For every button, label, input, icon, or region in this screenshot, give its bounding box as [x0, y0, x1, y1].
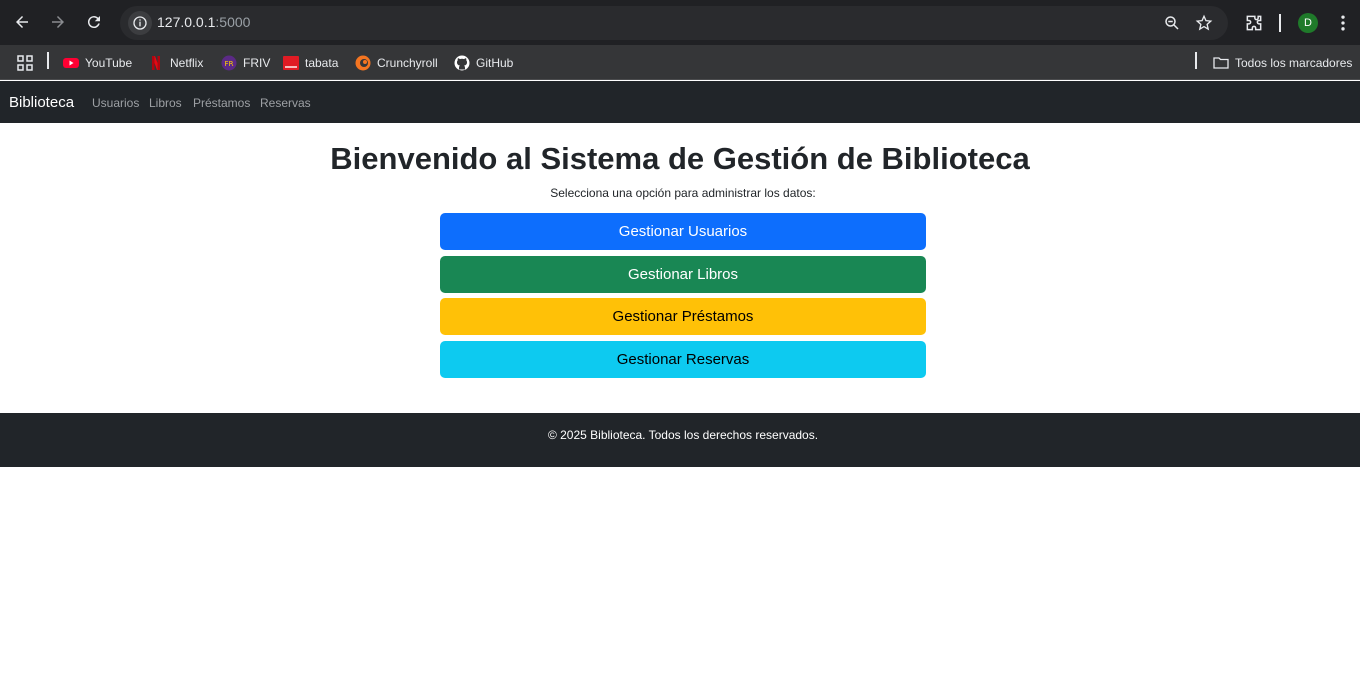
- crunchyroll-icon: [355, 55, 371, 71]
- tabata-icon: [283, 55, 299, 71]
- nav-link-usuarios[interactable]: Usuarios: [92, 96, 139, 110]
- bookmarks-divider: [1195, 52, 1197, 69]
- reload-icon: [87, 16, 100, 29]
- page-subtitle: Selecciona una opción para administrar l…: [550, 186, 816, 200]
- url-text[interactable]: 127.0.0.1:5000: [157, 14, 250, 30]
- bookmark-crunchyroll[interactable]: Crunchyroll: [355, 54, 438, 72]
- zoom-button[interactable]: [1162, 13, 1182, 33]
- arrow-left-icon: [16, 16, 28, 28]
- toolbar-divider: [1279, 14, 1281, 32]
- footer-copyright: © 2025 Biblioteca. Todos los derechos re…: [547, 428, 819, 442]
- svg-text:FR: FR: [225, 60, 234, 68]
- bookmarks-divider: [47, 52, 49, 69]
- bookmark-label: GitHub: [476, 56, 514, 70]
- manage-reservations-button[interactable]: Gestionar Reservas: [440, 341, 926, 378]
- forward-button[interactable]: [45, 9, 71, 35]
- manage-users-button[interactable]: Gestionar Usuarios: [440, 213, 926, 250]
- github-icon: [454, 55, 470, 71]
- url-port: :5000: [215, 14, 251, 30]
- bookmark-label: FRIV: [243, 56, 271, 70]
- bookmark-label: Crunchyroll: [377, 56, 438, 70]
- friv-icon: FR: [221, 55, 237, 71]
- bookmark-netflix[interactable]: Netflix: [148, 54, 203, 72]
- nav-link-reservas[interactable]: Reservas: [260, 96, 311, 110]
- folder-icon: [1213, 55, 1229, 71]
- page-title: Bienvenido al Sistema de Gestión de Bibl…: [330, 141, 1030, 176]
- navbar-brand[interactable]: Biblioteca: [9, 94, 74, 111]
- bookmark-friv[interactable]: FR FRIV: [221, 54, 270, 72]
- arrow-right-icon: [52, 16, 64, 28]
- bookmark-tabata[interactable]: tabata: [283, 54, 338, 72]
- puzzle-icon: [1246, 15, 1262, 31]
- all-bookmarks-label: Todos los marcadores: [1235, 56, 1353, 70]
- bookmark-github[interactable]: GitHub: [454, 54, 513, 72]
- site-footer: © 2025 Biblioteca. Todos los derechos re…: [0, 413, 1360, 467]
- address-bar[interactable]: 127.0.0.1:5000: [120, 6, 1228, 40]
- profile-avatar[interactable]: D: [1298, 13, 1318, 33]
- url-host: 127.0.0.1: [157, 14, 216, 30]
- all-bookmarks-button[interactable]: Todos los marcadores: [1213, 54, 1352, 72]
- nav-link-libros[interactable]: Libros: [149, 96, 182, 110]
- nav-link-prestamos[interactable]: Préstamos: [193, 96, 250, 110]
- reload-button[interactable]: [81, 9, 107, 35]
- manage-books-button[interactable]: Gestionar Libros: [440, 256, 926, 293]
- star-icon: [1195, 14, 1213, 31]
- site-info-button[interactable]: [128, 11, 152, 35]
- bookmark-label: tabata: [305, 56, 339, 70]
- zoom-icon: [1165, 16, 1179, 30]
- bookmark-star-button[interactable]: [1194, 13, 1214, 33]
- site-navbar: Biblioteca Usuarios Libros Préstamos Res…: [0, 81, 1360, 123]
- youtube-icon: [63, 55, 79, 71]
- more-vertical-icon: [1341, 15, 1345, 31]
- site-info-icon: [133, 16, 147, 30]
- apps-button[interactable]: [17, 54, 39, 72]
- bookmark-label: Netflix: [170, 56, 204, 70]
- bookmark-youtube[interactable]: YouTube: [63, 54, 132, 72]
- bookmark-label: YouTube: [85, 56, 133, 70]
- browser-toolbar: 127.0.0.1:5000 D: [0, 0, 1360, 45]
- extensions-button[interactable]: [1243, 12, 1265, 34]
- browser-menu-button[interactable]: [1332, 12, 1354, 34]
- netflix-icon: [148, 55, 164, 71]
- bookmarks-bar: YouTube Netflix FR FRIV tabata Crunchyro…: [0, 45, 1360, 80]
- back-button[interactable]: [9, 9, 35, 35]
- manage-loans-button[interactable]: Gestionar Préstamos: [440, 298, 926, 335]
- apps-grid-icon: [17, 55, 33, 71]
